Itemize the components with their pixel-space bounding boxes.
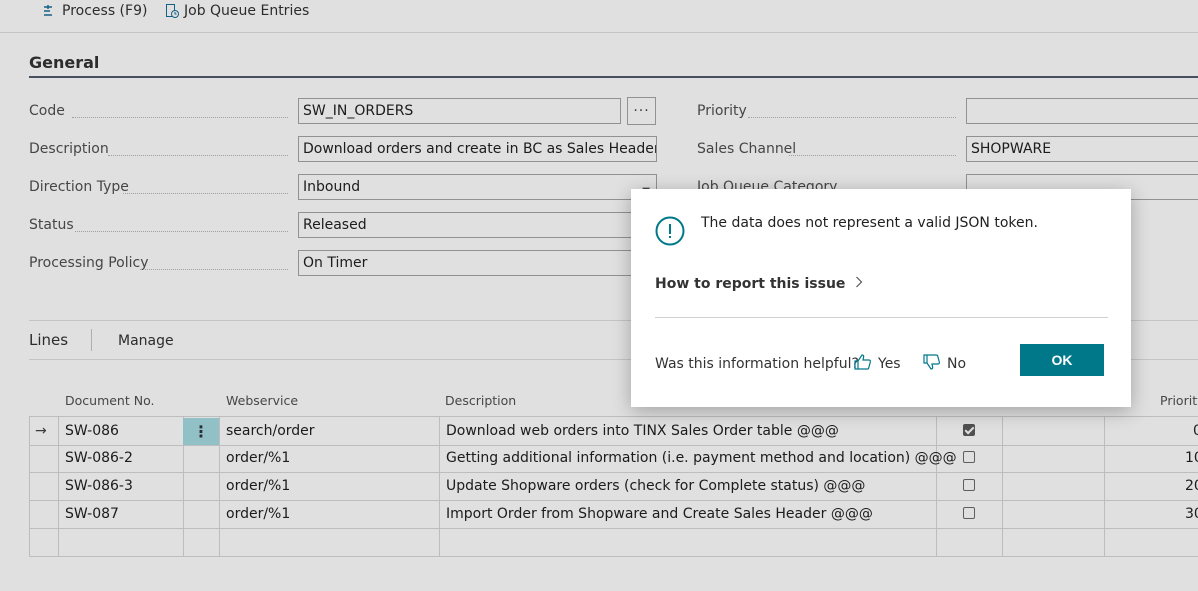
error-message: The data does not represent a valid JSON…: [701, 215, 1038, 231]
thumbs-down-icon: [923, 354, 941, 374]
no-label: No: [947, 356, 967, 372]
yes-label: Yes: [878, 356, 901, 372]
helpful-question: Was this information helpful?: [655, 356, 859, 372]
info-icon: [655, 216, 685, 246]
thumbs-up-icon: [854, 354, 872, 374]
feedback-yes-button[interactable]: Yes: [854, 354, 901, 374]
error-dialog: The data does not represent a valid JSON…: [631, 189, 1131, 407]
chevron-right-icon: [855, 276, 863, 292]
dialog-divider: [655, 317, 1108, 318]
how-to-report-label: How to report this issue: [655, 276, 846, 292]
feedback-no-button[interactable]: No: [923, 354, 966, 374]
ok-button[interactable]: OK: [1020, 344, 1104, 376]
card-page: Process (F9) Job Queue Entries General C…: [0, 0, 1198, 591]
how-to-report-link[interactable]: How to report this issue: [655, 276, 863, 292]
